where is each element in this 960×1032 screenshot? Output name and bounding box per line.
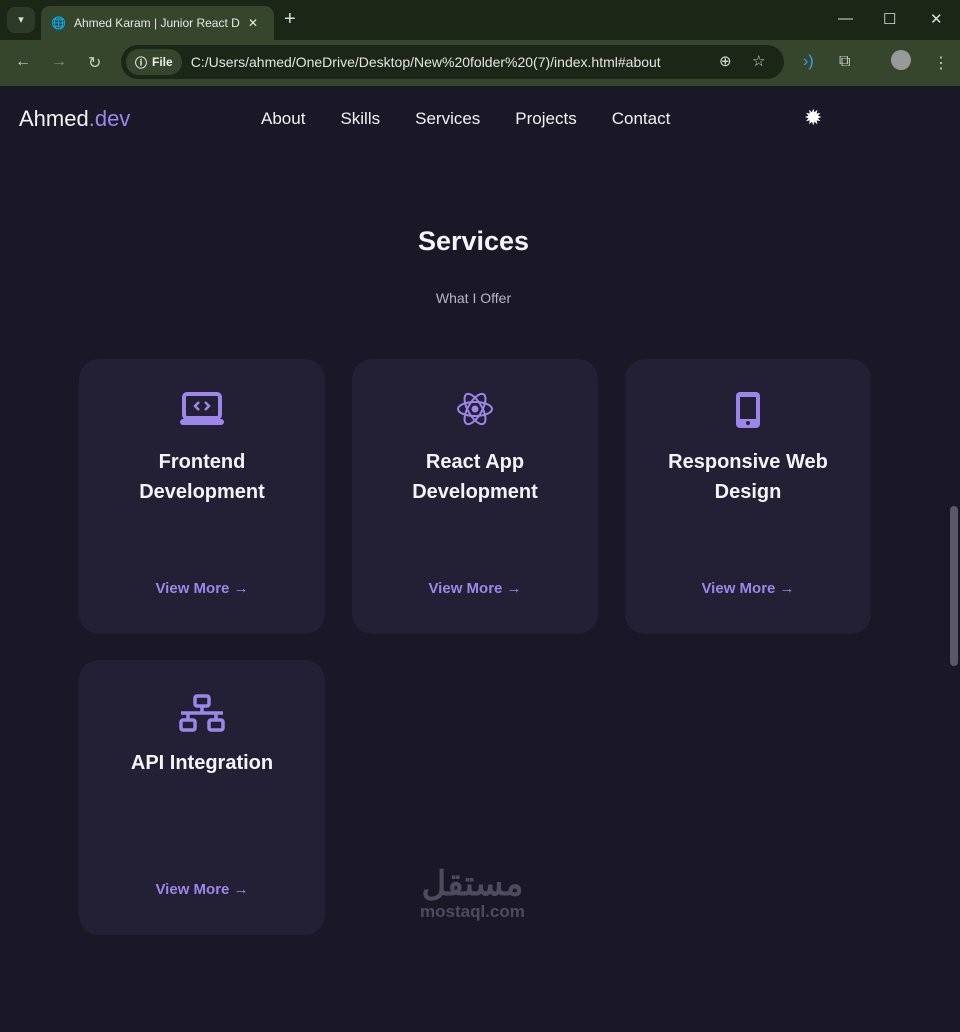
forward-icon[interactable]: → <box>51 53 67 71</box>
section-title: Services <box>417 226 530 256</box>
service-card: Responsive Web Design View More → <box>625 359 871 634</box>
section-subtitle: What I Offer <box>435 290 512 306</box>
menu-icon[interactable]: ⋮ <box>933 53 949 73</box>
star-icon[interactable]: ☆ <box>752 52 765 70</box>
minimize-button[interactable]: — <box>838 10 853 27</box>
mobile-icon <box>736 392 760 428</box>
nav-services[interactable]: Services <box>415 109 480 129</box>
back-icon[interactable]: ← <box>15 53 31 71</box>
laptop-code-icon <box>180 392 224 425</box>
close-window-button[interactable]: ✕ <box>930 10 943 28</box>
close-tab-icon[interactable]: ✕ <box>248 16 258 30</box>
service-card: React App Development View More → <box>352 359 598 634</box>
site-logo[interactable]: Ahmed.dev <box>19 106 130 132</box>
globe-icon: 🌐 <box>51 16 66 30</box>
view-more-link[interactable]: View More → <box>79 580 325 597</box>
extensions-icon[interactable]: ⧉ <box>839 53 850 71</box>
card-title: API Integration <box>130 752 274 774</box>
network-icon <box>179 694 225 732</box>
arrow-right-icon: → <box>779 580 795 597</box>
profile-avatar[interactable] <box>891 50 911 70</box>
browser-toolbar: ← → ↻ ⓘ File C:/Users/ahmed/OneDrive/Desk… <box>0 40 960 86</box>
view-more-link[interactable]: View More → <box>625 580 871 597</box>
arrow-right-icon: → <box>506 580 522 597</box>
nav-skills[interactable]: Skills <box>340 109 380 129</box>
card-title: Frontend Development <box>139 451 265 503</box>
nav-contact[interactable]: Contact <box>612 109 671 129</box>
new-tab-button[interactable]: + <box>284 8 296 31</box>
card-title: Responsive Web Design <box>668 451 828 503</box>
nav-projects[interactable]: Projects <box>515 109 576 129</box>
scrollbar[interactable] <box>947 86 960 1032</box>
browser-tab[interactable]: 🌐 Ahmed Karam | Junior React Developer ✕ <box>41 6 274 40</box>
site-info-chip[interactable]: ⓘ File <box>126 49 182 75</box>
address-bar[interactable]: ⓘ File C:/Users/ahmed/OneDrive/Desktop/Ne… <box>121 45 784 79</box>
arrow-right-icon: → <box>233 580 249 597</box>
read-aloud-icon[interactable]: ›) <box>803 53 814 71</box>
main-nav: About Skills Services Projects Contact <box>261 109 670 129</box>
service-card: Frontend Development View More → <box>79 359 325 634</box>
theme-toggle-sun-icon[interactable]: ✹ <box>804 105 822 131</box>
arrow-right-icon: → <box>233 881 249 898</box>
scrollbar-thumb[interactable] <box>950 506 958 666</box>
browser-tab-bar: ▾ 🌐 Ahmed Karam | Junior React Developer… <box>0 0 960 40</box>
url-text[interactable]: C:/Users/ahmed/OneDrive/Desktop/New%20fo… <box>191 54 661 70</box>
react-icon <box>457 392 493 426</box>
info-icon: ⓘ <box>135 55 148 70</box>
view-more-link[interactable]: View More → <box>79 881 325 898</box>
mostaql-watermark-logo: مستقل mostaql.com <box>420 865 525 921</box>
service-card: API Integration View More → <box>79 660 325 935</box>
tab-search-button[interactable]: ▾ <box>7 7 35 33</box>
tab-title: Ahmed Karam | Junior React Developer <box>73 16 240 30</box>
reload-icon[interactable]: ↻ <box>88 53 101 73</box>
zoom-icon[interactable]: ⊕ <box>719 52 732 70</box>
nav-about[interactable]: About <box>261 109 305 129</box>
view-more-link[interactable]: View More → <box>352 580 598 597</box>
card-title: React App Development <box>412 451 538 503</box>
maximize-button[interactable]: ☐ <box>883 10 896 28</box>
